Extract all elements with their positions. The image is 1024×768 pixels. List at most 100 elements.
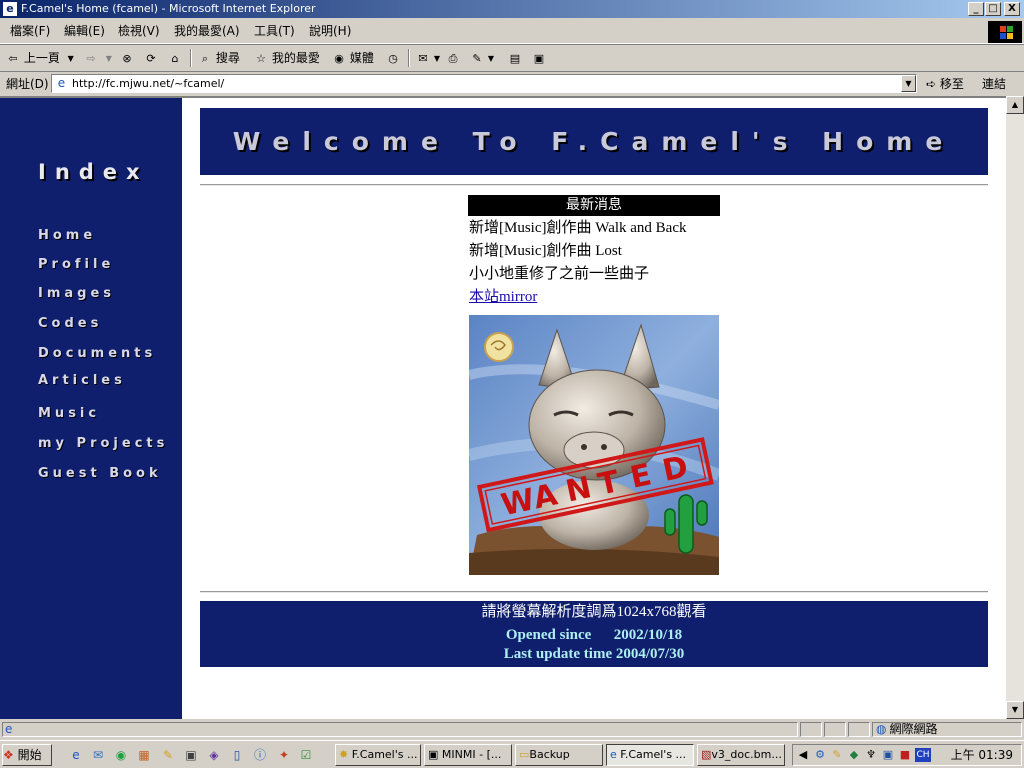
folder-icon: ✸: [339, 748, 349, 761]
app-tray-icon[interactable]: ▣: [881, 748, 895, 762]
volume-icon[interactable]: ◀: [796, 748, 810, 762]
opened-since: Opened since 2002/10/18: [505, 627, 683, 643]
ie-quicklaunch-icon[interactable]: e: [68, 747, 84, 763]
nav-home[interactable]: Home: [38, 228, 96, 244]
network-icon[interactable]: ⚙: [813, 748, 827, 762]
stop-button[interactable]: ⊗: [120, 49, 134, 67]
nav-codes[interactable]: Codes: [38, 316, 102, 332]
go-label: 移至: [939, 77, 964, 91]
nav-my-projects[interactable]: my Projects: [38, 436, 168, 452]
app-tray-icon[interactable]: ◆: [847, 748, 861, 762]
menu-view[interactable]: 檢視(V): [118, 23, 160, 39]
go-button[interactable]: ➪ 移至: [926, 75, 964, 93]
pencil-quicklaunch-icon[interactable]: ✎: [160, 747, 176, 763]
taskbar-item-label: Backup: [529, 748, 570, 761]
vertical-scrollbar[interactable]: ▲ ▼: [1006, 96, 1024, 719]
nav-documents[interactable]: Documents: [38, 346, 156, 362]
page-icon: e: [5, 722, 13, 736]
status-panel: [824, 722, 846, 737]
folder-icon: ▭: [519, 748, 530, 761]
app-icon: ▣: [428, 748, 439, 761]
taskbar-item-active[interactable]: e F.Camel's ...: [606, 744, 694, 766]
search-label: 搜尋: [215, 51, 240, 65]
image-icon: ▧: [701, 748, 712, 761]
news-item: 新增[Music]創作曲 Lost: [469, 243, 622, 259]
chevron-down-icon: ▼: [487, 53, 495, 63]
chevron-down-icon: ▼: [105, 53, 112, 63]
print-button[interactable]: ⎙: [446, 49, 460, 67]
taskbar-item[interactable]: ▣ MINMI - [...: [424, 744, 512, 766]
nav-articles[interactable]: Articles: [38, 373, 126, 389]
refresh-icon: ⟳: [146, 51, 156, 65]
info-quicklaunch-icon[interactable]: ⓘ: [252, 747, 268, 763]
home-icon: ⌂: [171, 51, 179, 65]
edit-button[interactable]: ✎ ▼: [470, 49, 498, 67]
page-icon: e: [57, 76, 66, 90]
media-button[interactable]: ◉ 媒體: [332, 49, 374, 67]
edit-icon: ✎: [472, 51, 482, 65]
nav-guest-book[interactable]: Guest Book: [38, 466, 162, 482]
mirror-link[interactable]: 本站mirror: [469, 289, 537, 305]
messenger-button[interactable]: ▣: [532, 49, 546, 67]
favorites-icon: ☆: [256, 51, 266, 65]
app-quicklaunch-icon[interactable]: ✦: [276, 747, 292, 763]
antivirus-icon[interactable]: ■: [898, 748, 912, 762]
home-button[interactable]: ⌂: [168, 49, 182, 67]
media-quicklaunch-icon[interactable]: ◉: [113, 747, 129, 763]
app-tray-icon[interactable]: ♆: [864, 748, 878, 762]
maximize-button[interactable]: □: [985, 2, 1001, 16]
zone-panel: ◍ 網際網路: [872, 722, 1022, 737]
clock: 上午 01:39: [950, 748, 1013, 762]
start-button[interactable]: ❖ 開始: [2, 744, 52, 766]
refresh-button[interactable]: ⟳: [144, 49, 158, 67]
menu-bar: 檔案(F) 編輯(E) 檢視(V) 我的最愛(A) 工具(T) 說明(H): [0, 19, 1024, 44]
taskbar-item-label: F.Camel's ...: [351, 748, 418, 761]
ime-indicator[interactable]: CH: [915, 748, 931, 762]
back-button[interactable]: ⇦ 上一頁 ▼: [6, 49, 78, 67]
search-icon: ⌕: [201, 51, 209, 65]
site-banner: Welcome To F.Camel's Home: [200, 108, 988, 175]
taskbar-item[interactable]: ▧v3_doc.bm...: [697, 744, 785, 766]
nav-profile[interactable]: Profile: [38, 257, 114, 273]
scroll-up-button[interactable]: ▲: [1006, 96, 1024, 114]
mirror-link-row: 本站mirror: [469, 287, 537, 307]
menu-help[interactable]: 說明(H): [309, 23, 351, 39]
taskbar-item[interactable]: ▭Backup: [515, 744, 603, 766]
resolution-note: 請將螢幕解析度調爲1024x768觀看: [481, 604, 707, 620]
taskbar-item[interactable]: ✸ F.Camel's ...: [335, 744, 421, 766]
chevron-down-icon: ▼: [433, 53, 441, 63]
forward-button[interactable]: ⇨ ▼: [84, 49, 116, 67]
links-button[interactable]: 連結: [982, 75, 1006, 93]
app-quicklaunch-icon[interactable]: ▣: [183, 747, 199, 763]
menu-edit[interactable]: 編輯(E): [64, 23, 105, 39]
minimize-button[interactable]: _: [968, 2, 984, 16]
search-button[interactable]: ⌕ 搜尋: [198, 49, 240, 67]
menu-file[interactable]: 檔案(F): [10, 23, 50, 39]
app-quicklaunch-icon[interactable]: ◈: [206, 747, 222, 763]
outlook-quicklaunch-icon[interactable]: ✉: [90, 747, 106, 763]
menu-favorites[interactable]: 我的最愛(A): [174, 23, 240, 39]
taskbar-item-label: v3_doc.bm...: [711, 748, 782, 761]
site-footer: 請將螢幕解析度調爲1024x768觀看 Opened since 2002/10…: [200, 601, 988, 667]
discuss-button[interactable]: ▤: [508, 49, 522, 67]
back-label: 上一頁: [23, 51, 60, 65]
scroll-down-button[interactable]: ▼: [1006, 701, 1024, 719]
book-quicklaunch-icon[interactable]: ▯: [229, 747, 245, 763]
nav-images[interactable]: Images: [38, 286, 115, 302]
address-url[interactable]: http://fc.mjwu.net/~fcamel/: [72, 77, 224, 90]
close-button[interactable]: X: [1004, 2, 1020, 16]
title-bar[interactable]: e F.Camel's Home (fcamel) - Microsoft In…: [0, 0, 1024, 18]
divider: [200, 591, 988, 593]
nav-music[interactable]: Music: [38, 406, 100, 422]
favorites-button[interactable]: ☆ 我的最愛: [254, 49, 320, 67]
address-input[interactable]: e http://fc.mjwu.net/~fcamel/: [51, 74, 917, 93]
app-quicklaunch-icon[interactable]: ▦: [136, 747, 152, 763]
history-button[interactable]: ◷: [386, 49, 400, 67]
address-dropdown-button[interactable]: ▼: [901, 75, 916, 92]
app-tray-icon[interactable]: ✎: [830, 748, 844, 762]
app-quicklaunch-icon[interactable]: ☑: [298, 747, 314, 763]
chevron-down-icon: ▼: [67, 53, 74, 63]
mail-button[interactable]: ✉ ▼: [416, 49, 444, 67]
menu-tools[interactable]: 工具(T): [254, 23, 295, 39]
media-label: 媒體: [349, 51, 374, 65]
